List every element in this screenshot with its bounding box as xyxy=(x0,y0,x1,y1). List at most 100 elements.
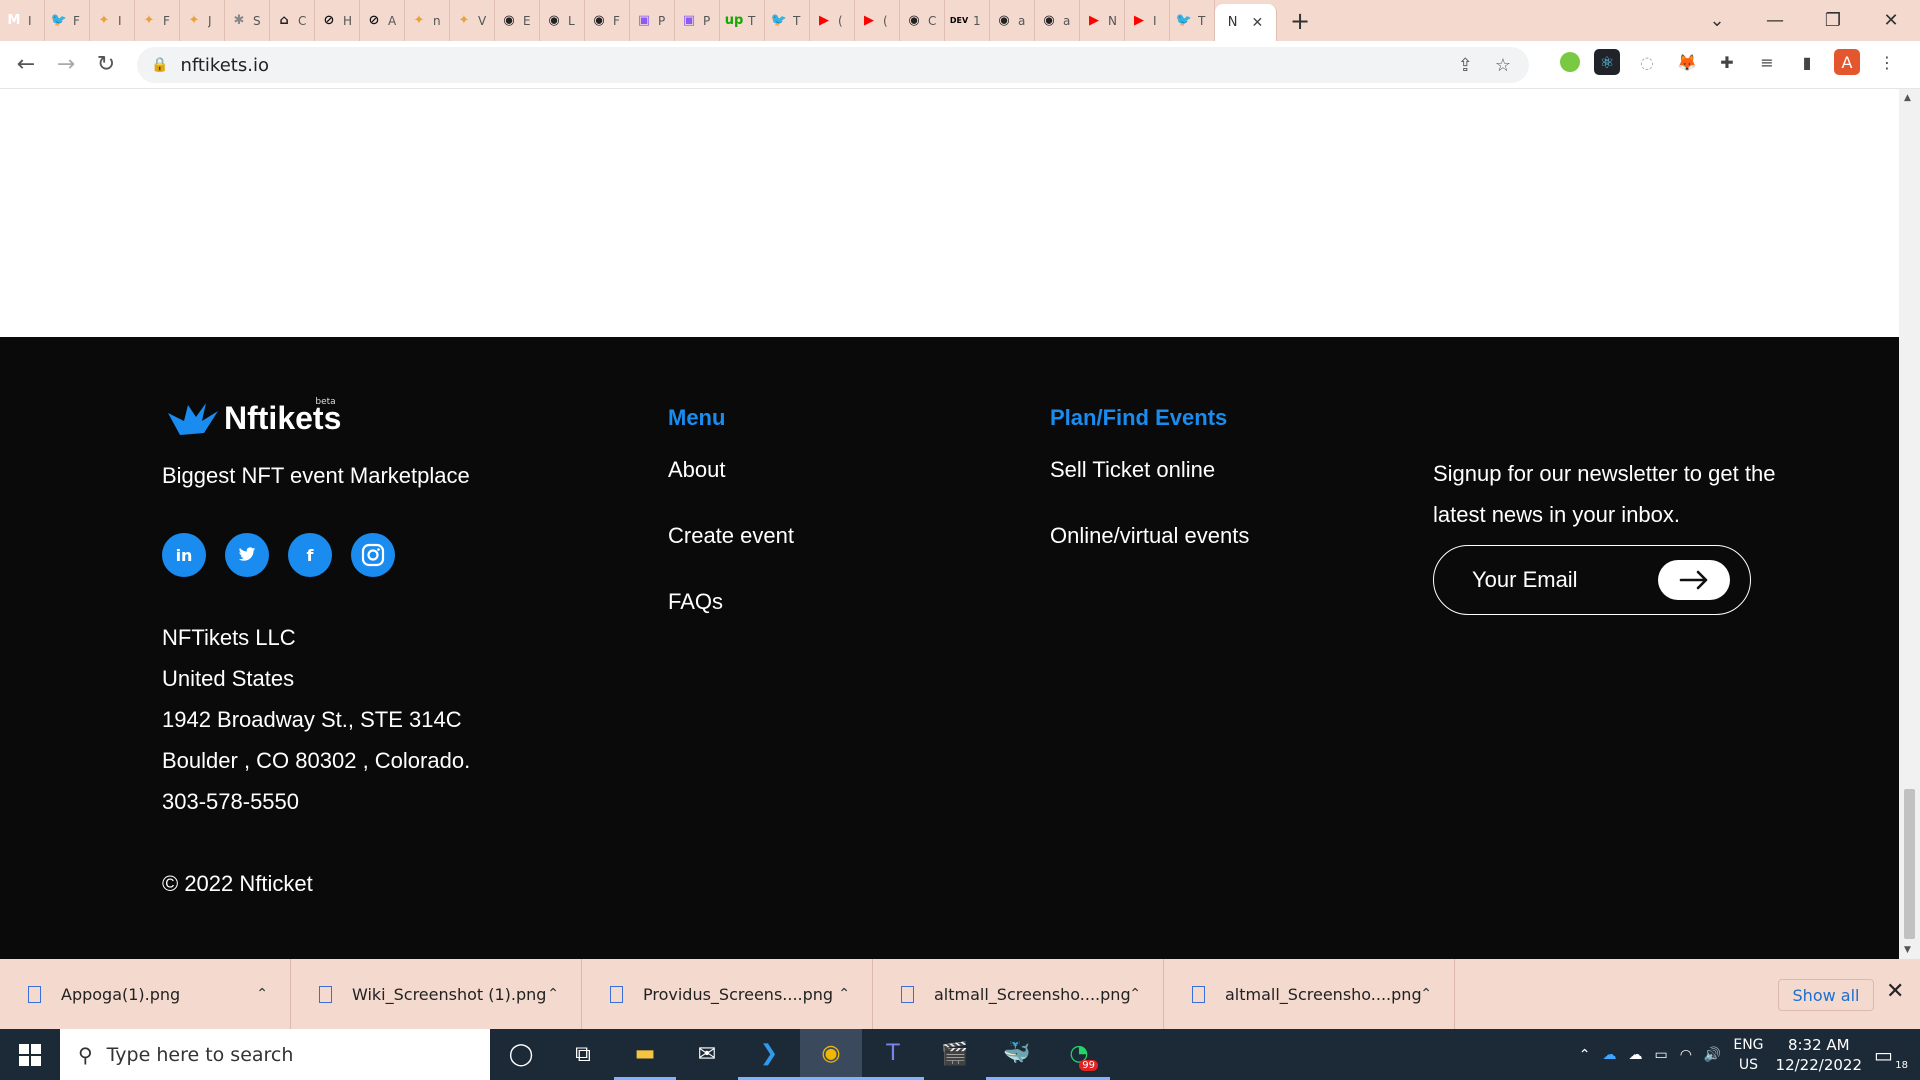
menu-link-about[interactable]: About xyxy=(668,457,726,483)
cortana-icon[interactable]: ◯ xyxy=(490,1029,552,1080)
menu-link-create-event[interactable]: Create event xyxy=(668,523,794,549)
download-item[interactable]: Providus_Screens....png ⌃ xyxy=(582,959,873,1029)
new-tab-button[interactable]: + xyxy=(1277,7,1323,35)
task-view-icon[interactable]: ⧉ xyxy=(552,1029,614,1080)
chrome-icon[interactable]: ◉ xyxy=(800,1029,862,1080)
film-clapper-icon[interactable]: 🎬 xyxy=(924,1029,986,1080)
browser-tab[interactable]: ⌂ C xyxy=(270,0,315,41)
chevron-up-icon[interactable]: ⌃ xyxy=(838,986,850,1002)
scroll-up-arrow-icon[interactable]: ▲ xyxy=(1904,93,1911,103)
browser-tab[interactable]: ▶ N xyxy=(1080,0,1125,41)
chevron-up-icon[interactable]: ⌃ xyxy=(1579,1047,1591,1063)
browser-tab[interactable]: DEV 1 xyxy=(945,0,990,41)
docker-icon[interactable]: 🐳 xyxy=(986,1029,1048,1080)
lock-icon[interactable]: 🔒 xyxy=(151,57,168,73)
back-button[interactable]: ← xyxy=(6,52,46,77)
browser-tab[interactable]: 🐦 T xyxy=(1170,0,1215,41)
browser-tab[interactable]: ⊘ A xyxy=(360,0,405,41)
metamask-icon[interactable]: 🦊 xyxy=(1674,49,1700,75)
browser-tab[interactable]: ◉ C xyxy=(900,0,945,41)
clock[interactable]: 8:32 AM 12/22/2022 xyxy=(1776,1035,1862,1075)
browser-tab[interactable]: ▣ P xyxy=(675,0,720,41)
vscode-icon[interactable]: ❯ xyxy=(738,1029,800,1080)
scroll-down-arrow-icon[interactable]: ▼ xyxy=(1904,945,1911,955)
download-item[interactable]: altmall_Screensho....png ⌃ xyxy=(1164,959,1455,1029)
profile-avatar[interactable]: A xyxy=(1834,49,1860,75)
newsletter-email-input[interactable] xyxy=(1472,567,1652,593)
browser-tab[interactable]: ◉ a xyxy=(990,0,1035,41)
extension-green-icon[interactable] xyxy=(1560,52,1580,72)
browser-tab[interactable]: ✦ I xyxy=(90,0,135,41)
browser-tab[interactable]: 🐦 F xyxy=(45,0,90,41)
scroll-thumb[interactable] xyxy=(1904,789,1915,939)
browser-tab[interactable]: up T xyxy=(720,0,765,41)
close-tab-icon[interactable]: ✕ xyxy=(1252,15,1264,31)
show-all-downloads-button[interactable]: Show all xyxy=(1778,979,1874,1011)
facebook-icon[interactable]: f xyxy=(288,533,332,577)
instagram-glyph-icon xyxy=(361,543,385,567)
forward-button[interactable]: → xyxy=(46,52,86,77)
side-panel-icon[interactable]: ▮ xyxy=(1794,49,1820,75)
cloud-icon[interactable]: ☁ xyxy=(1628,1047,1642,1063)
extension-white-icon[interactable]: ◌ xyxy=(1634,49,1660,75)
twitter-icon[interactable] xyxy=(225,533,269,577)
browser-tab[interactable]: ✦ n xyxy=(405,0,450,41)
browser-tab[interactable]: ✦ J xyxy=(180,0,225,41)
browser-tab[interactable]: ◉ E xyxy=(495,0,540,41)
chevron-up-icon[interactable]: ⌃ xyxy=(1420,986,1432,1002)
taskbar-search[interactable]: ⚲ Type here to search xyxy=(60,1029,490,1080)
browser-tab[interactable]: MI xyxy=(0,0,45,41)
download-item[interactable]: Wiki_Screenshot (1).png ⌃ xyxy=(291,959,582,1029)
wifi-icon[interactable]: ◠ xyxy=(1680,1047,1692,1063)
browser-menu-icon[interactable]: ⋮ xyxy=(1874,49,1900,75)
reload-button[interactable]: ↻ xyxy=(86,52,126,77)
browser-tab[interactable]: 🐦 T xyxy=(765,0,810,41)
media-queue-icon[interactable]: ≡ xyxy=(1754,49,1780,75)
restore-button[interactable]: ❐ xyxy=(1804,0,1862,41)
notifications-icon[interactable]: ▭ 18 xyxy=(1874,1043,1908,1071)
newsletter-submit-button[interactable] xyxy=(1658,560,1730,600)
brand-logo[interactable]: Nftikets beta xyxy=(166,397,362,437)
download-item[interactable]: altmall_Screensho....png ⌃ xyxy=(873,959,1164,1029)
tab-search-icon[interactable]: ⌄ xyxy=(1688,0,1746,41)
browser-tab[interactable]: ▣ P xyxy=(630,0,675,41)
chevron-up-icon[interactable]: ⌃ xyxy=(1129,986,1141,1002)
teams-icon[interactable]: T xyxy=(862,1029,924,1080)
instagram-icon[interactable] xyxy=(351,533,395,577)
browser-tab[interactable]: ⊘ H xyxy=(315,0,360,41)
language-indicator[interactable]: ENG US xyxy=(1733,1035,1763,1075)
onedrive-icon[interactable]: ☁ xyxy=(1602,1047,1616,1063)
browser-tab[interactable]: ▶( xyxy=(810,0,855,41)
chevron-up-icon[interactable]: ⌃ xyxy=(547,986,559,1002)
mail-icon[interactable]: ✉ xyxy=(676,1029,738,1080)
battery-icon[interactable]: ▭ xyxy=(1654,1047,1667,1063)
page-scrollbar[interactable]: ▲ ▼ xyxy=(1899,89,1920,959)
browser-tab[interactable]: ✱ S xyxy=(225,0,270,41)
react-devtools-icon[interactable]: ⚛ xyxy=(1594,49,1620,75)
download-item[interactable]: Appoga(1).png ⌃ xyxy=(0,959,291,1029)
browser-tab[interactable]: ◉ L xyxy=(540,0,585,41)
active-tab[interactable]: N ✕ xyxy=(1215,4,1277,41)
extensions-puzzle-icon[interactable]: ✚ xyxy=(1714,49,1740,75)
menu-link-faqs[interactable]: FAQs xyxy=(668,589,723,615)
browser-tab[interactable]: ✦ V xyxy=(450,0,495,41)
file-explorer-icon[interactable]: ▬ xyxy=(614,1029,676,1080)
chevron-up-icon[interactable]: ⌃ xyxy=(256,986,268,1002)
browser-tab[interactable]: ▶( xyxy=(855,0,900,41)
events-link-virtual[interactable]: Online/virtual events xyxy=(1050,523,1249,549)
browser-tab[interactable]: ◉ a xyxy=(1035,0,1080,41)
browser-tab[interactable]: ▶ I xyxy=(1125,0,1170,41)
close-downloads-icon[interactable]: ✕ xyxy=(1886,979,1904,1004)
close-window-button[interactable]: ✕ xyxy=(1862,0,1920,41)
events-link-sell-ticket[interactable]: Sell Ticket online xyxy=(1050,457,1215,483)
share-icon[interactable]: ⇪ xyxy=(1458,55,1473,76)
browser-tab[interactable]: ◉ F xyxy=(585,0,630,41)
minimize-button[interactable]: — xyxy=(1746,0,1804,41)
omnibox[interactable]: 🔒 nftikets.io ⇪ ☆ xyxy=(137,47,1529,83)
browser-tab[interactable]: ✦ F xyxy=(135,0,180,41)
windows-start-button[interactable] xyxy=(0,1029,60,1080)
volume-icon[interactable]: 🔊 xyxy=(1704,1047,1721,1063)
whatsapp-icon[interactable]: ◔ 99 xyxy=(1048,1029,1110,1080)
bookmark-star-icon[interactable]: ☆ xyxy=(1495,55,1511,76)
linkedin-icon[interactable]: in xyxy=(162,533,206,577)
